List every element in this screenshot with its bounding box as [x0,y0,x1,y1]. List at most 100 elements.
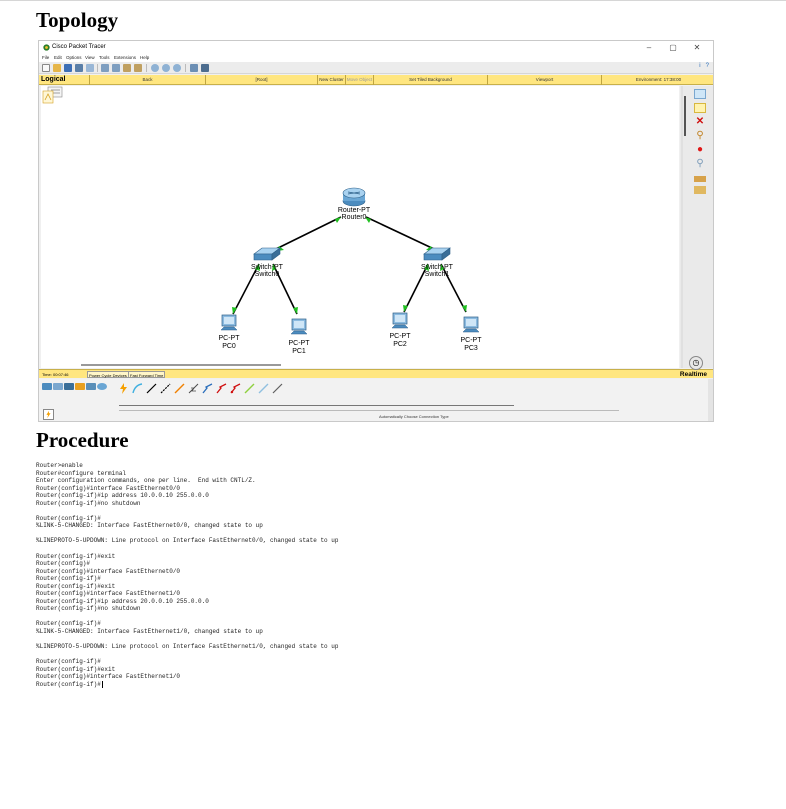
menu-options[interactable]: Options [66,54,82,62]
switch1-type-label: Switch-PT [421,264,454,271]
connection-type-label: Automatically Choose Connection Type [379,414,449,419]
device-list-scroll[interactable] [119,410,619,411]
zoom-reset-icon[interactable] [162,64,170,72]
drawing-palette-icon[interactable] [190,64,198,72]
copy-icon[interactable] [101,64,109,72]
cli-line [36,545,756,553]
zoom-out-icon[interactable] [173,64,181,72]
info-icon[interactable]: i [699,63,700,69]
pc-icon [290,318,308,335]
cli-line: Router(config-if)#no shutdown [36,499,141,507]
back-button[interactable]: Back [89,75,205,85]
menu-help[interactable]: Help [140,54,149,62]
fiber-icon[interactable] [174,383,185,394]
cli-line: Router(config)#interface FastEthernet0/0 [36,484,181,492]
cli-line: Router(config-if)# [36,680,103,688]
resize-shape-tool-icon[interactable]: ⚲ [694,159,706,169]
print-icon[interactable] [75,64,83,72]
minimize-button[interactable]: – [637,41,661,54]
copper-straight-through-icon[interactable] [146,383,157,394]
zoom-in-icon[interactable] [151,64,159,72]
save-icon[interactable] [64,64,72,72]
realtime-mode-label[interactable]: Realtime [680,370,707,379]
workspace-canvas[interactable]: Router-PT Router0 Switch-PT Switch0 Swit… [41,86,679,368]
paste-icon[interactable] [112,64,120,72]
fast-forward-time-button[interactable]: Fast Forward Time [128,371,166,378]
pc3-device[interactable]: PC-PT PC3 [461,316,483,352]
realtime-status-bar: Time: 00:07:46 Power Cycle Devices Fast … [39,356,713,379]
switch0-device[interactable]: Switch-PT Switch0 [251,247,284,278]
menu-view[interactable]: View [85,54,95,62]
network-devices-icon[interactable] [42,383,52,390]
open-folder-icon[interactable] [53,64,61,72]
environment-button[interactable]: Environment: 17:38:00 [601,75,713,85]
link-router0-switch0[interactable] [275,216,342,250]
device-bar-scrollbar[interactable] [708,379,713,421]
undo-icon[interactable] [123,64,131,72]
menu-extensions[interactable]: Extensions [114,54,136,62]
new-file-icon[interactable] [42,64,50,72]
close-button[interactable]: ✕ [685,41,709,54]
phone-cable-icon[interactable] [188,383,199,394]
switch0-name-label: Switch0 [255,271,280,278]
move-object-button[interactable]: Move Object [345,75,373,85]
pc1-device[interactable]: PC-PT PC1 [289,318,311,355]
activity-wizard-icon[interactable] [86,64,94,72]
custom-device-icon[interactable] [201,64,209,72]
pc2-device[interactable]: PC-PT PC2 [390,312,412,348]
multiuser-connection-icon[interactable] [97,383,107,390]
set-tiled-background-button[interactable]: Set Tiled Background [373,75,487,85]
cli-line: Router#configure terminal [36,469,127,477]
cli-line: %LINK-5-CHANGED: Interface FastEthernet0… [36,522,263,530]
help-icon[interactable]: ? [706,63,709,69]
router0-device[interactable]: Router-PT Router0 [338,187,371,221]
pc0-device[interactable]: PC-PT PC0 [219,314,241,350]
draw-ellipse-tool-icon[interactable]: ● [694,145,706,155]
end-devices-icon[interactable] [53,383,63,390]
miscellaneous-icon[interactable] [86,383,96,390]
switch0-type-label: Switch-PT [251,264,284,271]
switch1-device[interactable]: Switch-PT Switch1 [421,247,454,278]
octal-cable-icon[interactable] [244,383,255,394]
viewport-button[interactable]: Viewport [487,75,601,85]
redo-icon[interactable] [134,64,142,72]
delete-tool-icon[interactable]: ✕ [694,117,706,127]
menu-file[interactable]: File [42,54,49,62]
horizontal-scrollbar[interactable] [81,364,281,366]
main-toolbar: i ? [39,62,713,74]
note-tool-icon[interactable] [694,103,706,113]
cli-line: Router(config-if)# [36,658,101,666]
link-router0-switch1[interactable] [365,216,435,250]
coaxial-cable-icon[interactable] [202,383,213,394]
inspect-tool-icon[interactable]: ⚲ [694,131,706,141]
selected-connection-icon[interactable] [43,409,54,420]
components-icon[interactable] [64,383,74,390]
copper-cross-over-icon[interactable] [160,383,171,394]
vertical-scrollbar[interactable] [684,96,686,136]
root-breadcrumb[interactable]: [Root] [205,75,317,85]
pc1-type-label: PC-PT [289,340,311,347]
connections-category-icon[interactable] [75,383,85,390]
maximize-button[interactable]: ▢ [661,41,685,54]
cli-line: %LINEPROTO-5-UPDOWN: Line protocol on In… [36,537,339,545]
usb-cable-icon[interactable] [272,383,283,394]
cli-line: Router(config-if)# [36,620,101,628]
automatic-connection-icon[interactable] [118,383,129,394]
iot-custom-cable-icon[interactable] [258,383,269,394]
new-cluster-button[interactable]: New Cluster [317,75,345,85]
menu-tools[interactable]: Tools [99,54,110,62]
cli-line: Router(config-if)#exit [36,665,116,673]
power-cycle-devices-button[interactable]: Power Cycle Devices [87,371,129,378]
logical-tab[interactable]: Logical [41,75,66,85]
serial-dte-icon[interactable] [230,383,241,394]
add-complex-pdu-icon[interactable] [694,186,706,194]
select-tool-icon[interactable] [694,89,706,99]
add-simple-pdu-icon[interactable] [694,176,706,182]
cli-line: Router(config-if)#exit [36,582,116,590]
realtime-clock-icon[interactable]: ◷ [689,356,703,370]
menu-edit[interactable]: Edit [54,54,62,62]
device-list-divider [119,405,514,406]
serial-dce-icon[interactable] [216,383,227,394]
pc-icon [462,316,480,333]
console-cable-icon[interactable] [132,383,143,394]
